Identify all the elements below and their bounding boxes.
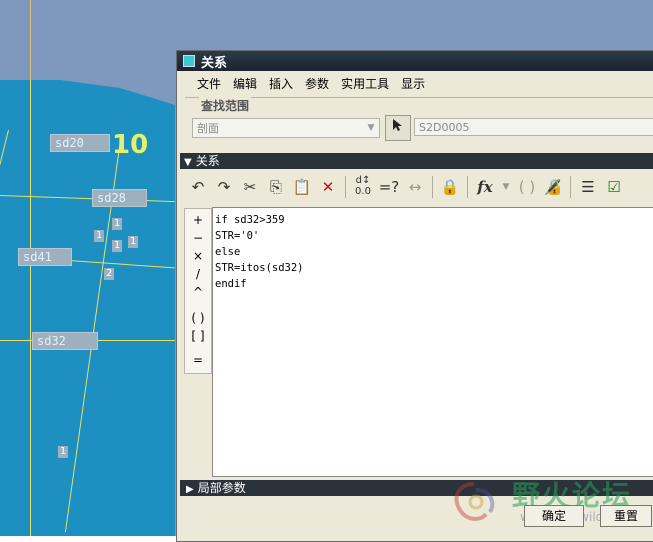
marker-label: 2 [104, 268, 115, 280]
selected-item-field[interactable]: S2D0005 [414, 118, 653, 136]
code-area[interactable]: if sd32>359 STR='0' else STR=itos(sd32) endi… [213, 208, 653, 296]
menu-edit[interactable]: 编辑 [227, 75, 263, 92]
local-params-section-header[interactable]: ▶ 局部参数 [180, 480, 653, 496]
centerline [30, 0, 31, 80]
op-parentheses-button[interactable]: ( ) [185, 311, 211, 325]
marker-label: 1 [112, 240, 123, 252]
group-divider [185, 97, 653, 98]
cut-icon[interactable]: ✂ [238, 175, 262, 199]
undo-icon[interactable]: ↶ [186, 175, 210, 199]
menu-parameters[interactable]: 参数 [299, 75, 335, 92]
relations-editor[interactable]: if sd32>359 STR='0' else STR=itos(sd32) endi… [212, 207, 653, 477]
function-icon[interactable]: fx [473, 175, 497, 199]
op-multiply-button[interactable]: × [185, 249, 211, 263]
app-icon [183, 55, 195, 67]
ok-button[interactable]: 确定 [524, 505, 584, 527]
chevron-down-icon[interactable]: ▼ [364, 120, 378, 136]
evaluate-icon[interactable]: =? [377, 175, 401, 199]
relations-toolbar: ↶ ↷ ✂ ⎘ 📋 ✕ d↕ 0.0 =? ↔ 🔒 fx ▼ ( ) 🔏 ☰ ☑ [186, 172, 653, 202]
code-line: endif [215, 278, 247, 290]
marker-label: 1 [58, 446, 69, 458]
measure-icon[interactable]: ↔ [403, 175, 427, 199]
paste-icon[interactable]: 📋 [290, 175, 314, 199]
toolbar-separator [467, 176, 468, 198]
relations-section-header[interactable]: ▼ 关系 [180, 153, 653, 169]
dim-tag-sd32[interactable]: sd32 [32, 332, 98, 350]
op-plus-button[interactable]: + [185, 213, 211, 227]
lookup-group-title: 查找范围 [199, 97, 252, 114]
local-params-label: 局部参数 [197, 481, 246, 495]
operator-column: + − × / ^ ( ) [ ] = [184, 208, 212, 374]
dim-tag-sd28[interactable]: sd28 [92, 189, 147, 207]
menu-insert[interactable]: 插入 [263, 75, 299, 92]
dimension-value: 10 [112, 130, 149, 160]
lock-icon[interactable]: 🔒 [438, 175, 462, 199]
delete-icon[interactable]: ✕ [316, 175, 340, 199]
units-icon[interactable]: d↕ 0.0 [351, 175, 375, 199]
collapse-triangle-icon: ▼ [184, 157, 192, 168]
code-line: STR='0' [215, 230, 260, 242]
reset-button[interactable]: 重置 [600, 505, 652, 527]
code-line: STR=itos(sd32) [215, 262, 304, 274]
brackets-icon[interactable]: ( ) [515, 175, 539, 199]
marker-label: 1 [112, 218, 123, 230]
verify-icon[interactable]: ☑ [602, 175, 626, 199]
parameter-lock-icon[interactable]: 🔏 [541, 175, 565, 199]
dialog-titlebar[interactable]: 关系 [177, 51, 653, 71]
menu-file[interactable]: 文件 [191, 75, 227, 92]
copy-icon[interactable]: ⎘ [264, 175, 288, 199]
sort-icon[interactable]: ☰ [576, 175, 600, 199]
code-line: if sd32>359 [215, 214, 285, 226]
op-minus-button[interactable]: − [185, 231, 211, 245]
edge-line [30, 80, 31, 536]
marker-label: 1 [128, 236, 139, 248]
cursor-arrow-icon [393, 119, 402, 131]
expand-triangle-icon: ▶ [186, 484, 194, 495]
op-power-button[interactable]: ^ [185, 285, 211, 299]
select-pick-button[interactable] [385, 115, 411, 141]
op-brackets-button[interactable]: [ ] [185, 329, 211, 343]
dim-tag-sd41[interactable]: sd41 [18, 248, 72, 266]
code-line: else [215, 246, 241, 258]
toolbar-separator [570, 176, 571, 198]
relations-section-label: 关系 [195, 154, 220, 168]
toolbar-separator [345, 176, 346, 198]
menubar: 文件 编辑 插入 参数 实用工具 显示 [177, 71, 653, 95]
lookup-scope-value: 剖面 [197, 122, 219, 135]
toolbar-separator [432, 176, 433, 198]
menu-utilities[interactable]: 实用工具 [335, 75, 395, 92]
marker-label: 1 [94, 230, 105, 242]
lookup-scope-select[interactable]: 剖面 ▼ [192, 118, 380, 138]
dropdown-icon[interactable]: ▼ [499, 175, 513, 199]
op-divide-button[interactable]: / [185, 267, 211, 281]
op-equals-button[interactable]: = [185, 353, 211, 367]
dim-tag-sd20[interactable]: sd20 [50, 134, 110, 152]
menu-display[interactable]: 显示 [395, 75, 431, 92]
dialog-title: 关系 [201, 55, 228, 71]
redo-icon[interactable]: ↷ [212, 175, 236, 199]
